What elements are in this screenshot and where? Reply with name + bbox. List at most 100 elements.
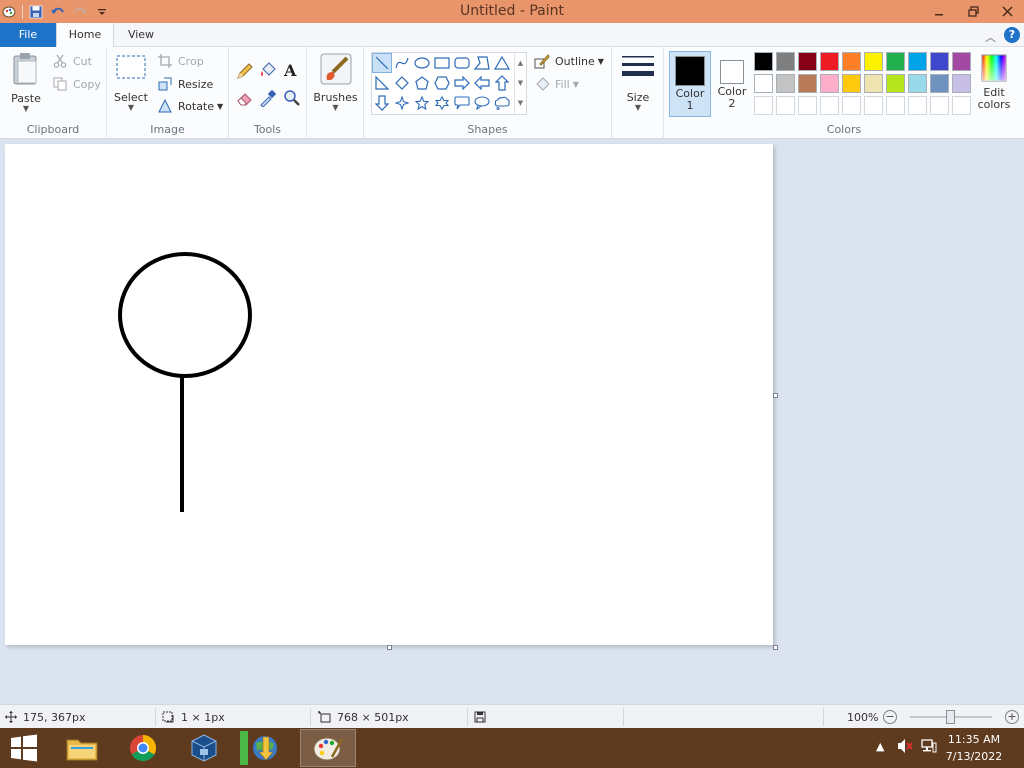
scroll-down-icon[interactable]: ▼: [515, 73, 526, 93]
shape-right-arrow-icon[interactable]: [452, 73, 472, 93]
palette-custom-slot[interactable]: [908, 96, 927, 115]
tab-home[interactable]: Home: [56, 23, 114, 48]
zoom-slider-thumb[interactable]: [946, 710, 955, 724]
palette-swatch[interactable]: [886, 74, 905, 93]
shape-down-arrow-icon[interactable]: [372, 93, 392, 113]
magnifier-icon[interactable]: [283, 89, 301, 110]
text-tool-icon[interactable]: A: [284, 61, 296, 80]
shape-oval-icon[interactable]: [412, 53, 432, 73]
outline-button[interactable]: Outline ▼: [534, 51, 604, 71]
shape-cloud-callout-icon[interactable]: [492, 93, 512, 113]
taskbar-paint[interactable]: [300, 729, 356, 767]
shape-left-arrow-icon[interactable]: [472, 73, 492, 93]
copy-button[interactable]: Copy: [52, 74, 101, 94]
taskbar-chrome[interactable]: [115, 729, 171, 767]
taskbar-download-manager[interactable]: [238, 729, 294, 767]
shapes-gallery-scroll[interactable]: ▲ ▼ ▼: [514, 53, 526, 114]
palette-swatch[interactable]: [798, 52, 817, 71]
palette-custom-slot[interactable]: [930, 96, 949, 115]
shape-four-point-star-icon[interactable]: [392, 93, 412, 113]
resize-button[interactable]: Resize: [157, 74, 213, 94]
collapse-ribbon-icon[interactable]: ︿: [985, 29, 996, 45]
pencil-icon[interactable]: [236, 62, 254, 83]
palette-swatch[interactable]: [930, 74, 949, 93]
select-button[interactable]: Select ▼: [113, 52, 149, 112]
edit-colors-button[interactable]: Edit colors: [975, 53, 1013, 111]
brushes-button[interactable]: Brushes ▼: [313, 52, 358, 112]
start-button[interactable]: [0, 729, 48, 767]
shape-five-point-star-icon[interactable]: [412, 93, 432, 113]
shape-rounded-rectangle-icon[interactable]: [452, 53, 472, 73]
drawing-canvas[interactable]: [5, 144, 773, 645]
shape-oval-callout-icon[interactable]: [472, 93, 492, 113]
network-icon[interactable]: [921, 738, 937, 757]
palette-custom-slot[interactable]: [754, 96, 773, 115]
close-button[interactable]: [990, 0, 1024, 23]
tab-file[interactable]: File: [0, 23, 56, 47]
size-button[interactable]: Size ▼: [619, 53, 657, 112]
shape-right-triangle-icon[interactable]: [372, 73, 392, 93]
taskbar-virtualbox[interactable]: [176, 729, 232, 767]
palette-swatch[interactable]: [776, 52, 795, 71]
zoom-out-button[interactable]: −: [883, 710, 897, 724]
palette-swatch[interactable]: [930, 52, 949, 71]
paste-button[interactable]: Paste ▼: [6, 52, 46, 113]
system-clock[interactable]: 11:35 AM 7/13/2022: [942, 731, 1006, 765]
palette-swatch[interactable]: [952, 52, 971, 71]
shape-hexagon-icon[interactable]: [432, 73, 452, 93]
shape-diamond-icon[interactable]: [392, 73, 412, 93]
shape-polygon-icon[interactable]: [472, 53, 492, 73]
cut-button[interactable]: Cut: [52, 51, 92, 71]
shape-up-arrow-icon[interactable]: [492, 73, 512, 93]
shape-curve-icon[interactable]: [392, 53, 412, 73]
palette-swatch[interactable]: [754, 74, 773, 93]
minimize-button[interactable]: [922, 0, 956, 23]
palette-custom-slot[interactable]: [952, 96, 971, 115]
palette-custom-slot[interactable]: [820, 96, 839, 115]
crop-button[interactable]: Crop: [157, 51, 204, 71]
taskbar-file-explorer[interactable]: [54, 729, 110, 767]
shape-rectangle-icon[interactable]: [432, 53, 452, 73]
resize-handle-corner[interactable]: [773, 645, 778, 650]
help-icon[interactable]: ?: [1004, 27, 1020, 43]
palette-swatch[interactable]: [864, 52, 883, 71]
palette-swatch[interactable]: [842, 74, 861, 93]
palette-swatch[interactable]: [820, 52, 839, 71]
palette-swatch[interactable]: [952, 74, 971, 93]
color2-button[interactable]: Color 2: [712, 51, 752, 117]
show-hidden-icons-icon[interactable]: ▲: [876, 740, 884, 753]
shape-rounded-callout-icon[interactable]: [452, 93, 472, 113]
palette-custom-slot[interactable]: [842, 96, 861, 115]
palette-custom-slot[interactable]: [798, 96, 817, 115]
palette-custom-slot[interactable]: [886, 96, 905, 115]
resize-handle-bottom[interactable]: [387, 645, 392, 650]
resize-handle-right[interactable]: [773, 393, 778, 398]
palette-swatch[interactable]: [842, 52, 861, 71]
fill-bucket-icon[interactable]: [259, 62, 277, 83]
shape-line-icon[interactable]: [372, 53, 392, 73]
speaker-muted-icon[interactable]: [897, 738, 913, 757]
shape-triangle-icon[interactable]: [492, 53, 512, 73]
palette-swatch[interactable]: [798, 74, 817, 93]
palette-swatch[interactable]: [820, 74, 839, 93]
palette-custom-slot[interactable]: [776, 96, 795, 115]
restore-button[interactable]: [956, 0, 990, 23]
shape-six-point-star-icon[interactable]: [432, 93, 452, 113]
tab-view[interactable]: View: [114, 23, 168, 47]
shape-pentagon-icon[interactable]: [412, 73, 432, 93]
palette-swatch[interactable]: [908, 74, 927, 93]
palette-swatch[interactable]: [776, 74, 795, 93]
zoom-in-button[interactable]: +: [1005, 710, 1019, 724]
fill-button[interactable]: Fill ▼: [534, 74, 579, 94]
rotate-button[interactable]: Rotate ▼: [157, 96, 223, 116]
palette-swatch[interactable]: [886, 52, 905, 71]
color-picker-icon[interactable]: [259, 89, 277, 110]
gallery-expand-icon[interactable]: ▼: [515, 93, 526, 113]
palette-custom-slot[interactable]: [864, 96, 883, 115]
eraser-icon[interactable]: [236, 89, 254, 110]
palette-swatch[interactable]: [908, 52, 927, 71]
scroll-up-icon[interactable]: ▲: [515, 53, 526, 73]
color1-button[interactable]: Color 1: [669, 51, 711, 117]
palette-swatch[interactable]: [864, 74, 883, 93]
palette-swatch[interactable]: [754, 52, 773, 71]
